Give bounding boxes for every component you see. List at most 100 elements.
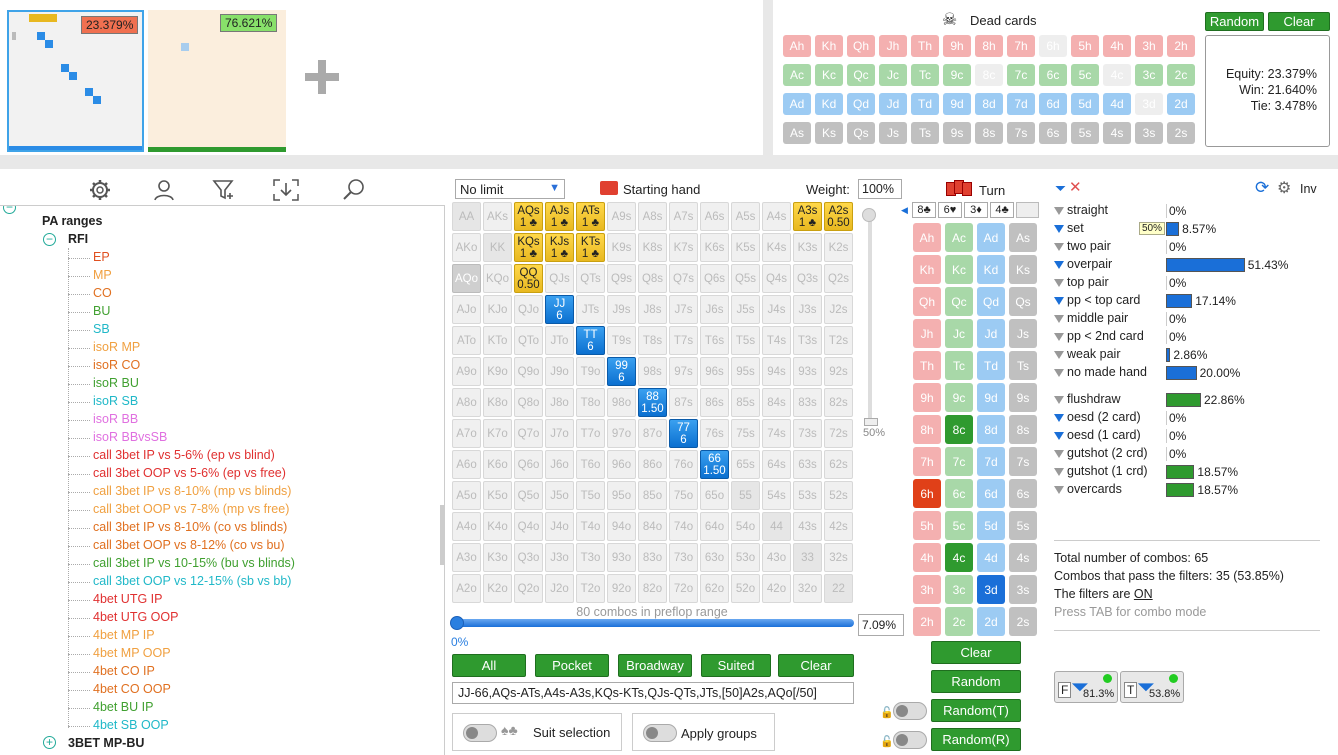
dead-card[interactable]: Kd [815,93,843,115]
turn-random-button[interactable]: Random [931,670,1021,693]
tree-range-item[interactable]: isoR SB [93,394,138,408]
dead-card[interactable]: 7s [1007,122,1035,144]
hand-cell[interactable]: J3s [793,295,822,324]
hand-cell[interactable]: J9s [607,295,636,324]
turn-card[interactable]: 3h [913,575,941,604]
hand-cell[interactable]: 73o [669,543,698,572]
preflop-range-slider[interactable] [450,616,854,630]
hand-cell[interactable]: 83o [638,543,667,572]
hand-cell[interactable]: 62s [824,450,853,479]
turn-card[interactable]: 4s [1009,543,1037,572]
board-card[interactable]: 3♦ [964,202,988,218]
hand-cell[interactable]: 97s [669,357,698,386]
hand-cell[interactable]: J7o [545,419,574,448]
tree-range-item[interactable]: call 3bet IP vs 10-15% (bu vs blinds) [93,556,295,570]
turn-card[interactable]: 3c [945,575,973,604]
hand-cell[interactable]: J6o [545,450,574,479]
dead-card[interactable]: 7c [1007,64,1035,86]
tree-root-collapse-icon[interactable]: − [3,206,16,214]
preflop-slider-handle[interactable] [450,616,464,630]
suit-selection-toggle[interactable] [463,724,497,742]
random-r-toggle[interactable] [893,731,927,749]
hand-cell[interactable]: 52o [731,574,760,603]
hand-cell[interactable]: 94s [762,357,791,386]
hand-cell[interactable]: AKs [483,202,512,231]
hand-cell[interactable]: A8s [638,202,667,231]
clear-filter-icon[interactable]: ✕ [1069,178,1082,196]
stat-filter-icon[interactable] [1054,207,1064,215]
hand-cell[interactable]: J2s [824,295,853,324]
hand-cell[interactable]: AKo [452,233,481,262]
hand-cell[interactable]: T3s [793,326,822,355]
hand-cell[interactable]: 95s [731,357,760,386]
dead-card[interactable]: Kh [815,35,843,57]
tree-range-item[interactable]: call 3bet OOP vs 8-12% (co vs bu) [93,538,285,552]
stat-filter-icon[interactable] [1054,468,1064,476]
dead-card[interactable]: 5s [1071,122,1099,144]
hand-cell[interactable]: J5o [545,481,574,510]
dead-card[interactable]: 9c [943,64,971,86]
hand-cell[interactable]: 82o [638,574,667,603]
turn-card[interactable]: 9h [913,383,941,412]
turn-card[interactable]: Td [977,351,1005,380]
hand-cell[interactable]: 54o [731,512,760,541]
turn-card[interactable]: Tc [945,351,973,380]
tree-range-item[interactable]: 4bet BU IP [93,700,153,714]
dead-card[interactable]: 4d [1103,93,1131,115]
tree-range-item[interactable]: CO [93,286,112,300]
stat-filter-icon[interactable] [1054,396,1064,404]
hand-cell[interactable]: T7s [669,326,698,355]
hand-cell[interactable]: 75s [731,419,760,448]
hand-cell[interactable]: T5s [731,326,760,355]
turn-card[interactable]: Ac [945,223,973,252]
turn-card[interactable]: 7d [977,447,1005,476]
turn-card[interactable]: Ad [977,223,1005,252]
board-empty-slot[interactable] [1016,202,1039,218]
hand-cell[interactable]: Q4o [514,512,543,541]
turn-card[interactable]: Qc [945,287,973,316]
turn-filter-badge[interactable]: T ⏷ 53.8% [1120,671,1184,703]
turn-card[interactable]: 7c [945,447,973,476]
hand-cell[interactable]: 74s [762,419,791,448]
hand-cell[interactable]: A9s [607,202,636,231]
hand-cell[interactable]: 64s [762,450,791,479]
hand-cell[interactable]: AA [452,202,481,231]
hand-cell[interactable]: 44 [762,512,791,541]
hand-cell[interactable]: Q2s [824,264,853,293]
hand-cell[interactable]: 92o [607,574,636,603]
turn-card[interactable]: 6s [1009,479,1037,508]
hand-cell[interactable]: 65s [731,450,760,479]
board-card[interactable]: 6♥ [938,202,962,218]
hand-cell[interactable]: K9o [483,357,512,386]
hand-cell[interactable]: T6o [576,450,605,479]
hand-cell[interactable]: J4o [545,512,574,541]
turn-card[interactable]: As [1009,223,1037,252]
hand-cell[interactable]: T6s [700,326,729,355]
hand-cell[interactable]: T9s [607,326,636,355]
import-icon[interactable] [272,178,300,202]
dead-card[interactable]: Jh [879,35,907,57]
hand-cell[interactable]: JTo [545,326,574,355]
hand-cell[interactable]: T9o [576,357,605,386]
turn-card[interactable]: Js [1009,319,1037,348]
hand-cell[interactable]: Q9o [514,357,543,386]
hand-cell[interactable]: Q5o [514,481,543,510]
turn-card[interactable]: Jd [977,319,1005,348]
hand-cell[interactable]: 72s [824,419,853,448]
hand-cell[interactable]: AQo [452,264,481,293]
tree-range-item[interactable]: 4bet CO IP [93,664,155,678]
hand-cell[interactable]: K4s [762,233,791,262]
hand-cell[interactable]: KK [483,233,512,262]
tree-rfi-collapse-icon[interactable]: − [43,233,56,246]
hand-cell[interactable]: 65o [700,481,729,510]
turn-card[interactable]: Qh [913,287,941,316]
dead-card[interactable]: 8d [975,93,1003,115]
dead-card[interactable]: 2s [1167,122,1195,144]
turn-card[interactable]: Ts [1009,351,1037,380]
turn-card[interactable]: 9c [945,383,973,412]
stat-filter-icon[interactable] [1054,333,1064,341]
dead-card[interactable]: Ac [783,64,811,86]
hand-cell[interactable]: JJ 6 [545,295,574,324]
hand-cell[interactable]: 98o [607,388,636,417]
dead-card[interactable]: Js [879,122,907,144]
